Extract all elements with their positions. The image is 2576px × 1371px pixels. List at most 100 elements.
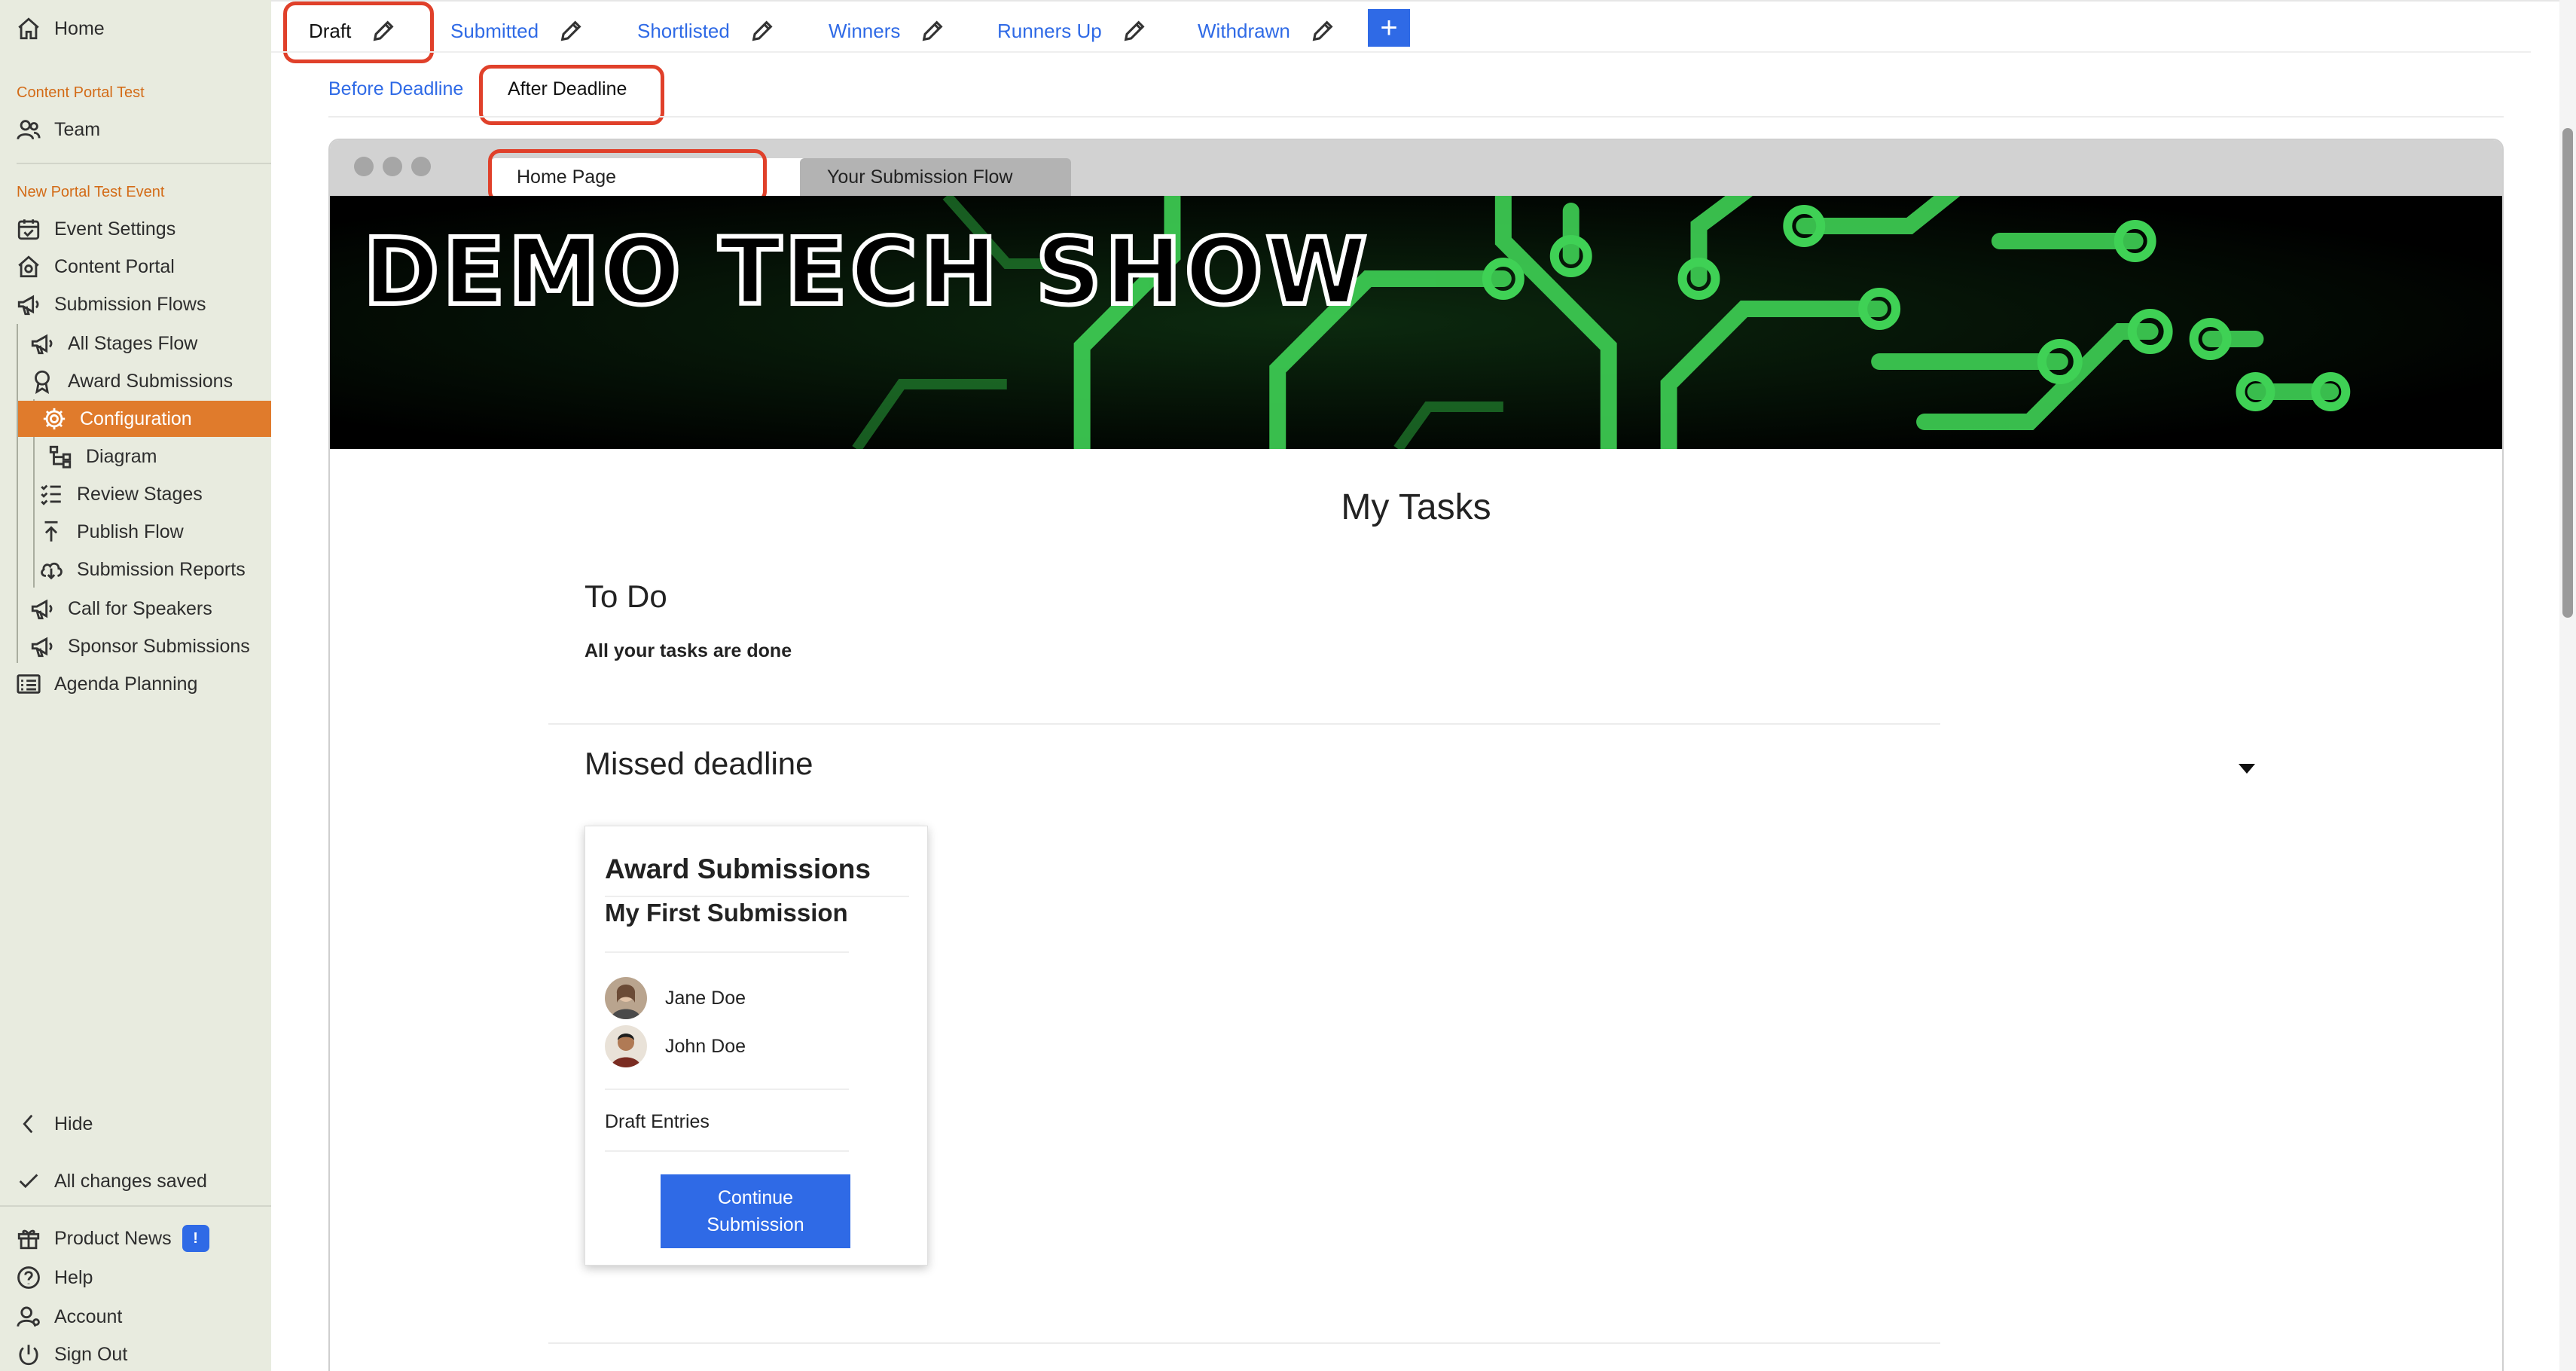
sidebar-item-label: Product News (54, 1227, 172, 1249)
pencil-icon[interactable] (1122, 18, 1147, 44)
megaphone-icon (27, 594, 57, 624)
sidebar-item-account[interactable]: Account (14, 1300, 285, 1333)
team-icon (14, 115, 44, 145)
preview-frame: Home Page Your Submission Flow DEMO TECH… (328, 139, 2504, 1371)
sidebar-item-home[interactable]: Home (14, 12, 285, 45)
sidebar-item-sponsor-submissions[interactable]: Sponsor Submissions (27, 630, 298, 663)
sidebar-item-label: Award Submissions (68, 370, 233, 392)
button-label-line: Submission (707, 1214, 804, 1235)
sidebar-item-label: Account (54, 1305, 123, 1327)
sidebar-item-label: Agenda Planning (54, 673, 198, 695)
megaphone-icon (27, 631, 57, 661)
tab-winners[interactable]: Winners (829, 14, 945, 48)
preview-tab-label: Your Submission Flow (827, 166, 1013, 188)
diagram-icon (45, 441, 75, 472)
sidebar-item-team[interactable]: Team (14, 113, 285, 146)
tab-runners-up[interactable]: Runners Up (997, 14, 1147, 48)
gift-icon (14, 1223, 44, 1253)
button-label-line: Continue (717, 1186, 794, 1208)
card-divider (605, 896, 909, 897)
tab-label: Submitted (450, 19, 539, 42)
caret-down-icon[interactable] (2239, 764, 2255, 774)
sidebar-item-all-stages-flow[interactable]: All Stages Flow (27, 327, 298, 360)
sidebar-item-help[interactable]: Help (14, 1261, 285, 1294)
megaphone-icon (14, 289, 44, 319)
pencil-icon[interactable] (920, 18, 945, 44)
agenda-list-icon (14, 669, 44, 699)
review-list-icon (36, 479, 66, 509)
megaphone-icon (27, 328, 57, 359)
pencil-icon[interactable] (749, 18, 775, 44)
tab-label: Draft (309, 19, 352, 42)
tab-shortlisted[interactable]: Shortlisted (637, 14, 775, 48)
pencil-icon[interactable] (558, 18, 584, 44)
tab-label: Shortlisted (637, 19, 730, 42)
subtab-before-deadline[interactable]: Before Deadline (328, 78, 463, 100)
window-dot (354, 157, 374, 176)
card-divider (605, 1150, 849, 1152)
pencil-icon[interactable] (1310, 18, 1335, 44)
card-divider (605, 1089, 849, 1090)
avatar (605, 1025, 647, 1067)
sidebar-item-submission-reports[interactable]: Submission Reports (36, 553, 307, 586)
sidebar-item-agenda-planning[interactable]: Agenda Planning (14, 667, 285, 701)
subtab-after-deadline[interactable]: After Deadline (508, 78, 627, 100)
add-tab-button[interactable]: + (1368, 9, 1410, 47)
todo-heading: To Do (584, 579, 667, 614)
member-name: Jane Doe (665, 987, 746, 1009)
tab-label: Withdrawn (1198, 19, 1290, 42)
upload-icon (36, 517, 66, 547)
banner-title: DEMO TECH SHOW (361, 216, 1371, 328)
calendar-icon (14, 214, 44, 244)
card-divider (605, 951, 849, 953)
event-banner: DEMO TECH SHOW (330, 196, 2502, 449)
pencil-icon[interactable] (371, 18, 396, 44)
tab-label: Runners Up (997, 19, 1102, 42)
sidebar-item-label: Submission Reports (77, 558, 246, 580)
sidebar-item-product-news[interactable]: Product News ! (14, 1222, 285, 1255)
account-icon (14, 1302, 44, 1332)
card-submission-title: My First Submission (605, 899, 848, 927)
sidebar-item-label: Sign Out (54, 1343, 128, 1365)
sidebar-item-review-stages[interactable]: Review Stages (36, 478, 307, 511)
home-icon (14, 14, 44, 44)
sidebar-item-label: Sponsor Submissions (68, 635, 250, 657)
sidebar-item-label: Content Portal (54, 255, 175, 277)
card-flow-name: Award Submissions (605, 853, 871, 884)
sidebar-item-publish-flow[interactable]: Publish Flow (36, 515, 307, 548)
scrollbar-thumb[interactable] (2562, 128, 2573, 618)
sidebar-item-configuration[interactable]: Configuration (39, 402, 310, 435)
sidebar-item-diagram[interactable]: Diagram (45, 440, 316, 473)
tab-draft[interactable]: Draft (309, 14, 396, 48)
sidebar-divider (0, 1205, 271, 1207)
sidebar-item-content-portal[interactable]: Content Portal (14, 250, 285, 283)
power-icon (14, 1339, 44, 1369)
chevron-left-icon (14, 1109, 44, 1139)
hide-sidebar-button[interactable]: Hide (14, 1107, 285, 1140)
window-dot (383, 157, 402, 176)
sidebar-item-sign-out[interactable]: Sign Out (14, 1338, 285, 1371)
tab-label: Winners (829, 19, 901, 42)
avatar (605, 977, 647, 1019)
tab-withdrawn[interactable]: Withdrawn (1198, 14, 1335, 48)
sidebar-item-award-submissions[interactable]: Award Submissions (27, 365, 298, 398)
tab-submitted[interactable]: Submitted (450, 14, 584, 48)
sidebar-item-label: Review Stages (77, 483, 203, 505)
submission-card: Award Submissions My First Submission Ja… (584, 826, 928, 1266)
missed-deadline-heading[interactable]: Missed deadline (584, 746, 813, 782)
sidebar-item-event-settings[interactable]: Event Settings (14, 212, 285, 246)
sidebar-item-submission-flows[interactable]: Submission Flows (14, 288, 285, 321)
sidebar-item-label: Call for Speakers (68, 597, 212, 619)
sidebar-item-label: Hide (54, 1113, 93, 1134)
continue-submission-button[interactable]: Continue Submission (661, 1174, 850, 1248)
todo-message: All your tasks are done (584, 640, 792, 661)
button-label: Continue Submission (707, 1184, 804, 1239)
org-heading: Content Portal Test (17, 84, 145, 101)
event-heading: New Portal Test Event (17, 184, 165, 200)
preview-tab-submission-flow[interactable]: Your Submission Flow (800, 158, 1071, 196)
sidebar-item-label: Home (54, 17, 105, 39)
sidebar-item-call-for-speakers[interactable]: Call for Speakers (27, 592, 298, 625)
section-divider (548, 1342, 1940, 1344)
sidebar-item-label: Help (54, 1266, 93, 1288)
sidebar-item-label: Configuration (80, 408, 192, 429)
